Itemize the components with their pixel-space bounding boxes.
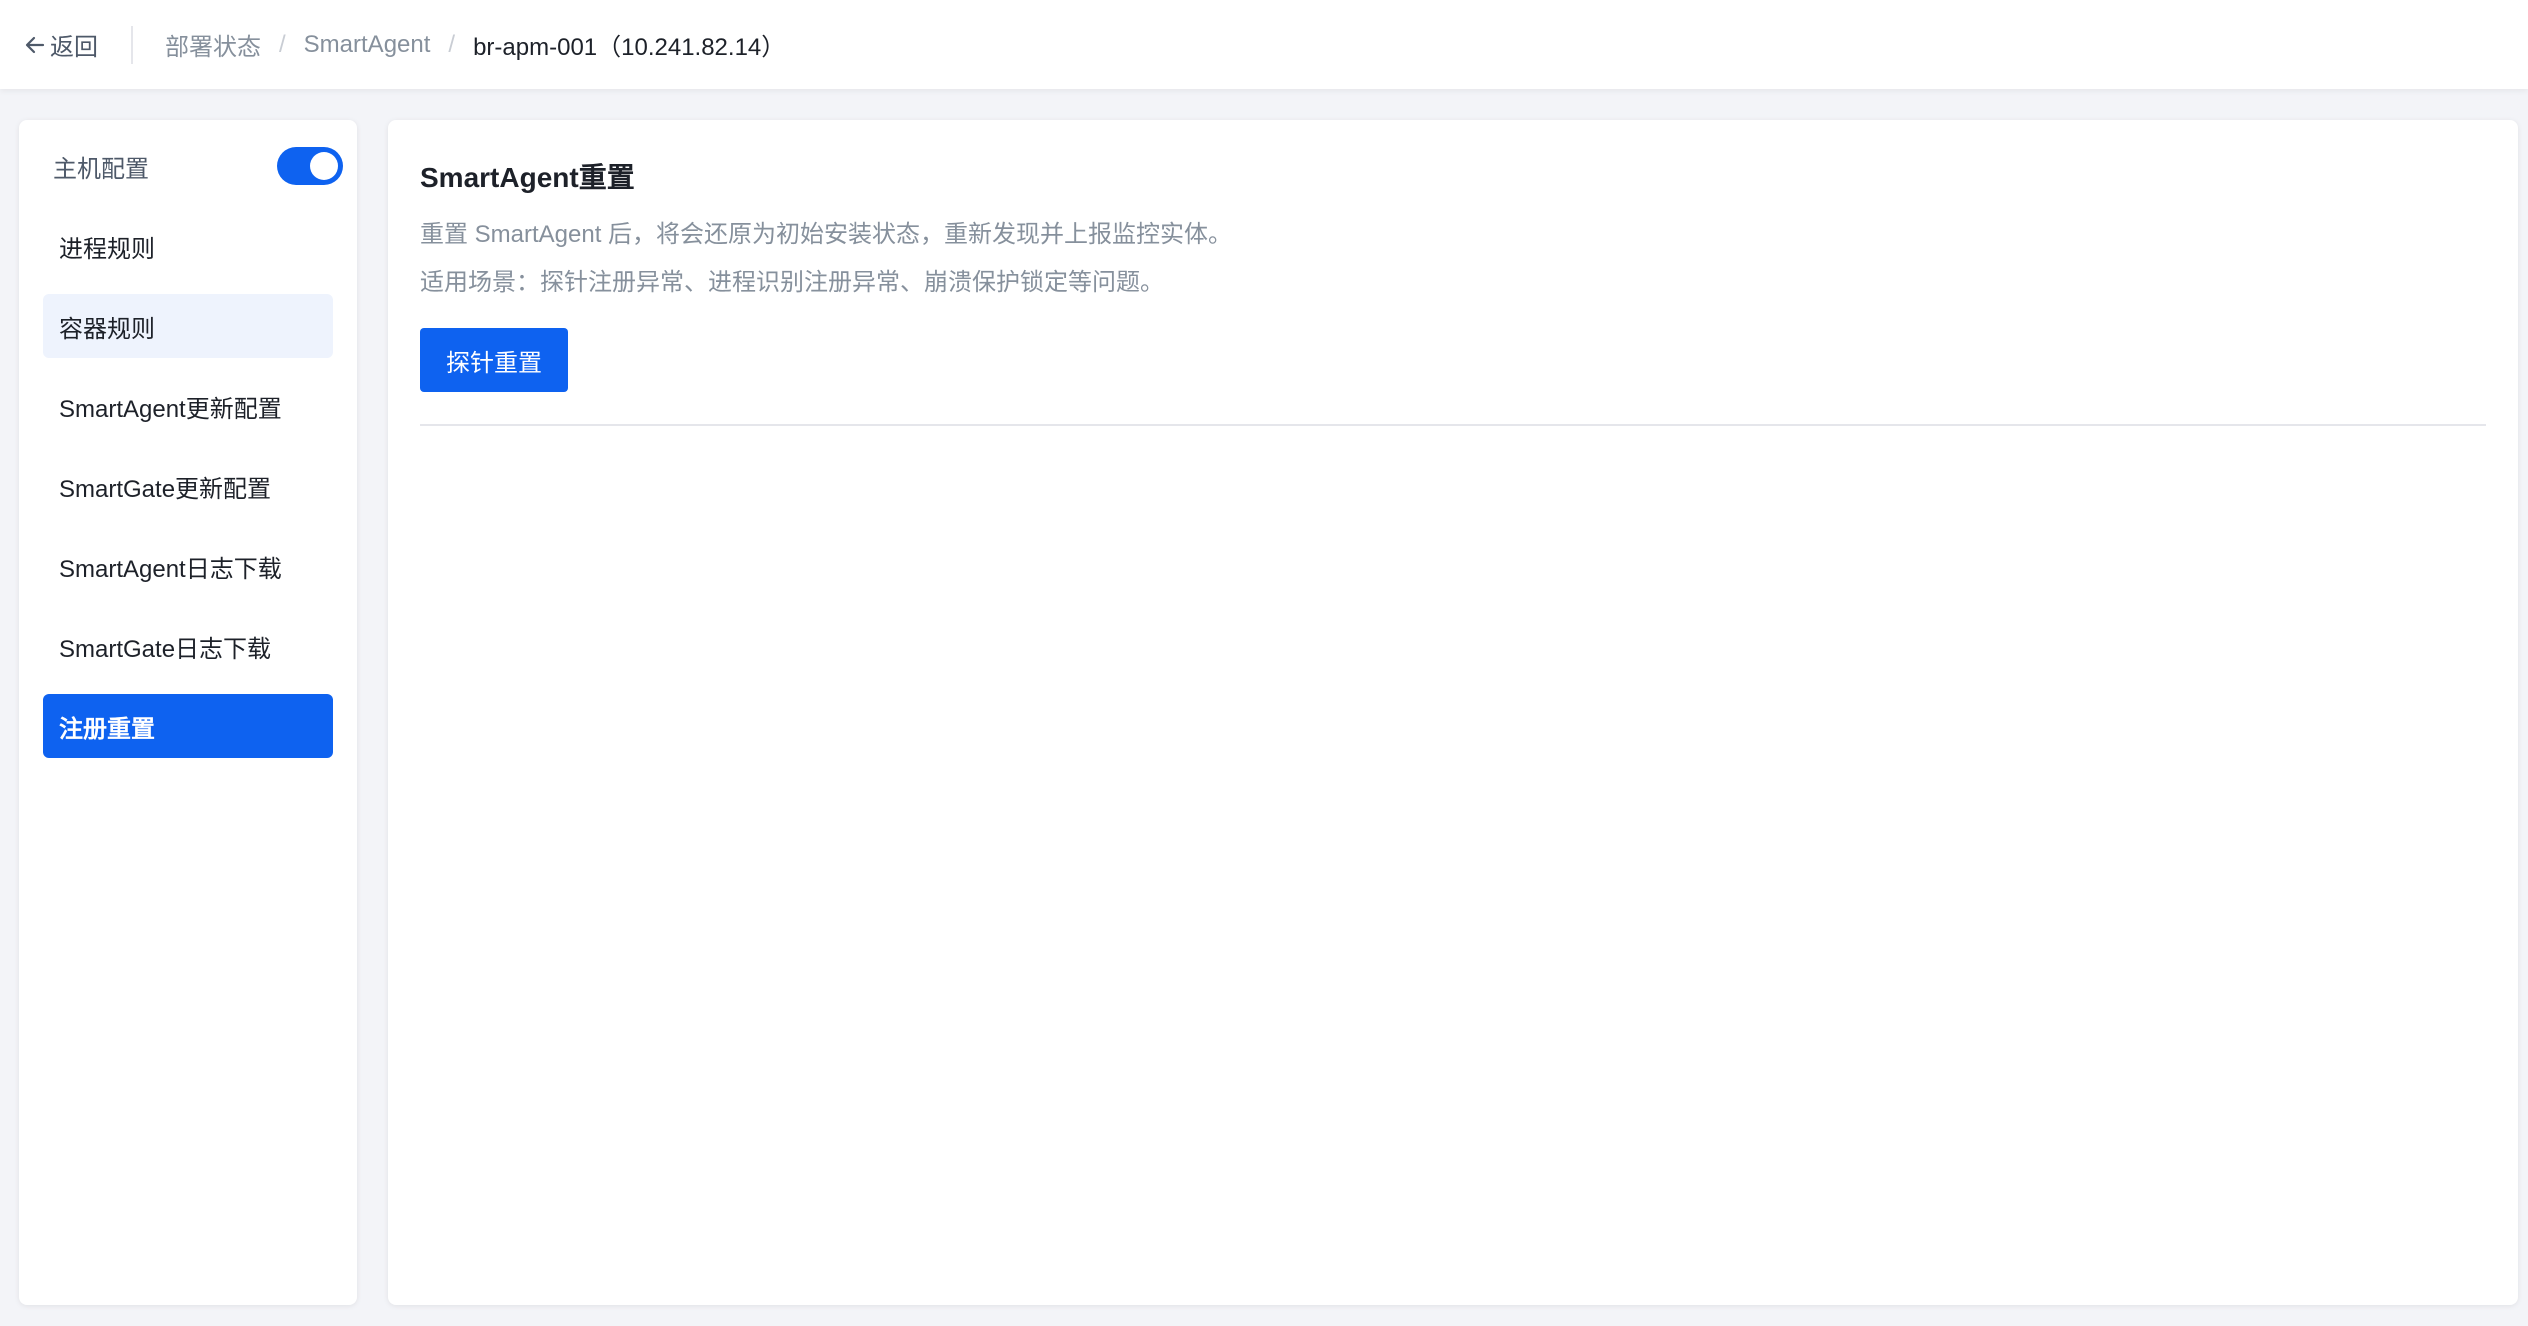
toggle-knob <box>310 152 338 180</box>
description-line-1: 重置 SmartAgent 后，将会还原为初始安装状态，重新发现并上报监控实体。 <box>420 221 1233 248</box>
sidebar-item-container-rules[interactable]: 容器规则 <box>43 294 333 358</box>
sidebar-item-process-rules[interactable]: 进程规则 <box>43 214 333 278</box>
arrow-left-icon <box>25 36 45 53</box>
breadcrumb: 部署状态 / SmartAgent / br-apm-001（10.241.82… <box>165 27 785 62</box>
section-divider <box>420 424 2486 426</box>
back-button[interactable]: 返回 <box>24 25 98 65</box>
breadcrumb-smartagent[interactable]: SmartAgent <box>304 31 431 59</box>
sidebar: 主机配置 进程规则 容器规则 SmartAgent更新配置 SmartGate更… <box>19 120 357 1305</box>
sidebar-item-register-reset[interactable]: 注册重置 <box>43 694 333 758</box>
sidebar-item-smartgate-log-download[interactable]: SmartGate日志下载 <box>43 614 333 678</box>
host-config-header: 主机配置 <box>53 144 343 188</box>
breadcrumb-current-host: br-apm-001（10.241.82.14） <box>473 34 786 61</box>
page-title: SmartAgent重置 <box>420 162 635 193</box>
host-config-label: 主机配置 <box>53 155 149 183</box>
host-config-toggle[interactable] <box>277 147 343 185</box>
probe-reset-button[interactable]: 探针重置 <box>420 328 568 392</box>
sidebar-item-smartagent-log-download[interactable]: SmartAgent日志下载 <box>43 534 333 598</box>
breadcrumb-deploy-status[interactable]: 部署状态 <box>165 27 261 62</box>
breadcrumb-separator: / <box>279 30 286 58</box>
sidebar-item-smartgate-update-config[interactable]: SmartGate更新配置 <box>43 454 333 518</box>
back-label: 返回 <box>50 34 98 61</box>
sidebar-menu: 进程规则 容器规则 SmartAgent更新配置 SmartGate更新配置 S… <box>43 214 333 774</box>
header-divider <box>131 25 133 64</box>
sidebar-item-smartagent-update-config[interactable]: SmartAgent更新配置 <box>43 374 333 438</box>
main-panel: SmartAgent重置 重置 SmartAgent 后，将会还原为初始安装状态… <box>388 120 2518 1305</box>
description-line-2: 适用场景：探针注册异常、进程识别注册异常、崩溃保护锁定等问题。 <box>420 269 1164 296</box>
breadcrumb-separator: / <box>448 30 456 58</box>
top-bar: 返回 部署状态 / SmartAgent / br-apm-001（10.241… <box>0 0 2528 89</box>
